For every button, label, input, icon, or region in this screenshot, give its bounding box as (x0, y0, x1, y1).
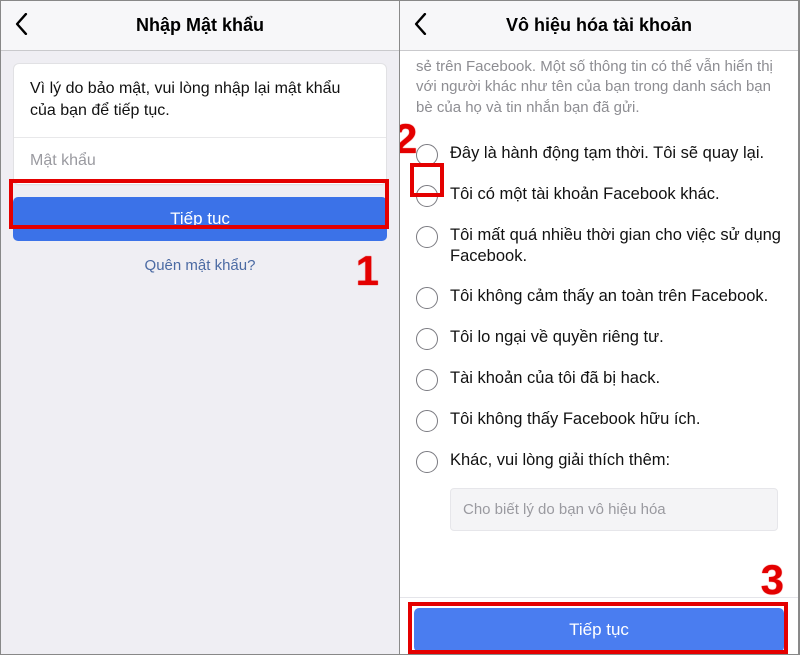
left-header: Nhập Mật khẩu (1, 1, 399, 51)
option-label: Đây là hành động tạm thời. Tôi sẽ quay l… (450, 143, 764, 164)
back-button-left[interactable] (1, 13, 41, 39)
chevron-left-icon (413, 13, 428, 35)
left-panel: Nhập Mật khẩu Vì lý do bảo mật, vui lòng… (1, 1, 400, 654)
right-body: sẻ trên Facebook. Một số thông tin có th… (400, 51, 798, 597)
radio-icon (416, 185, 438, 207)
radio-icon (416, 226, 438, 248)
password-card: Vì lý do bảo mật, vui lòng nhập lại mật … (13, 63, 387, 185)
reason-option-other-account[interactable]: Tôi có một tài khoản Facebook khác. (416, 175, 782, 216)
back-button-right[interactable] (400, 13, 440, 39)
radio-icon (416, 451, 438, 473)
radio-icon (416, 287, 438, 309)
option-label: Tôi lo ngại về quyền riêng tư. (450, 327, 664, 348)
continue-button-left[interactable]: Tiếp tục (13, 197, 387, 241)
reason-option-not-safe[interactable]: Tôi không cảm thấy an toàn trên Facebook… (416, 277, 782, 318)
password-input[interactable] (14, 137, 386, 184)
option-label: Tôi không thấy Facebook hữu ích. (450, 409, 700, 430)
reason-option-too-much-time[interactable]: Tôi mất quá nhiều thời gian cho việc sử … (416, 216, 782, 277)
right-header-title: Vô hiệu hóa tài khoản (400, 15, 798, 36)
reason-option-other[interactable]: Khác, vui lòng giải thích thêm: (416, 441, 782, 482)
radio-icon (416, 410, 438, 432)
option-label: Tôi mất quá nhiều thời gian cho việc sử … (450, 225, 782, 268)
reason-option-privacy[interactable]: Tôi lo ngại về quyền riêng tư. (416, 318, 782, 359)
reason-text-input[interactable]: Cho biết lý do bạn vô hiệu hóa (450, 488, 778, 531)
reason-option-not-useful[interactable]: Tôi không thấy Facebook hữu ích. (416, 400, 782, 441)
radio-icon (416, 144, 438, 166)
reason-option-list: Đây là hành động tạm thời. Tôi sẽ quay l… (416, 134, 782, 482)
annotation-number-2: 2 (400, 115, 417, 163)
option-label: Tài khoản của tôi đã bị hack. (450, 368, 660, 389)
radio-icon (416, 328, 438, 350)
radio-icon (416, 369, 438, 391)
right-footer: Tiếp tục 3 (400, 597, 798, 654)
chevron-left-icon (14, 13, 29, 35)
option-label: Khác, vui lòng giải thích thêm: (450, 450, 670, 471)
reason-option-temporary[interactable]: Đây là hành động tạm thời. Tôi sẽ quay l… (416, 134, 782, 175)
left-body: Vì lý do bảo mật, vui lòng nhập lại mật … (1, 51, 399, 654)
option-label: Tôi có một tài khoản Facebook khác. (450, 184, 720, 205)
left-header-title: Nhập Mật khẩu (1, 15, 399, 36)
option-label: Tôi không cảm thấy an toàn trên Facebook… (450, 286, 768, 307)
reason-option-hacked[interactable]: Tài khoản của tôi đã bị hack. (416, 359, 782, 400)
intro-text: sẻ trên Facebook. Một số thông tin có th… (416, 57, 782, 130)
right-panel: Vô hiệu hóa tài khoản sẻ trên Facebook. … (400, 1, 799, 654)
continue-button-right[interactable]: Tiếp tục (414, 608, 784, 652)
prompt-text: Vì lý do bảo mật, vui lòng nhập lại mật … (14, 64, 386, 137)
right-header: Vô hiệu hóa tài khoản (400, 1, 798, 51)
forgot-password-link[interactable]: Quên mật khẩu? (1, 257, 399, 274)
